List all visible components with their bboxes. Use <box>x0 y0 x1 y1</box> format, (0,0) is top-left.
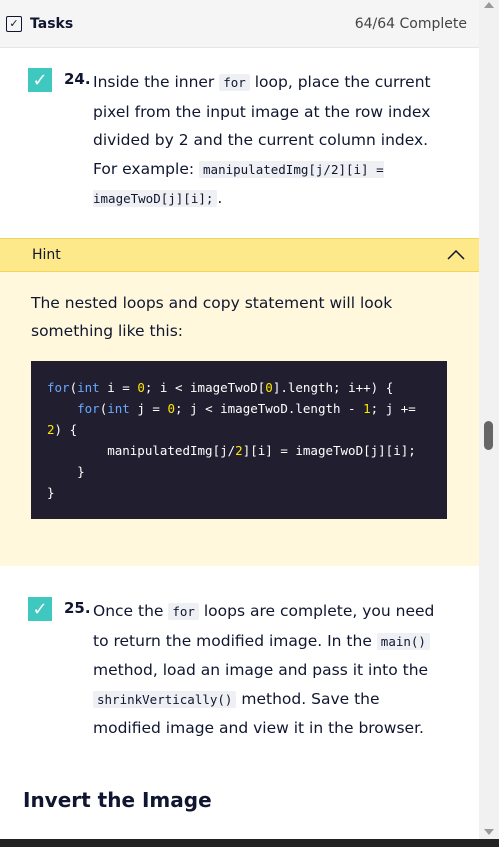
scroll-thumb[interactable] <box>484 421 493 450</box>
inline-code: main() <box>376 632 430 650</box>
code-line: 2) { <box>47 422 78 437</box>
task-24-checkbox[interactable]: ✓ <box>28 68 52 92</box>
section-title: Invert the Image <box>23 788 212 812</box>
task-number: 24. <box>64 70 91 88</box>
header-title: Tasks <box>30 15 74 32</box>
checkmark-icon: ✓ <box>32 69 48 91</box>
checkbox-icon: ✓ <box>6 15 22 32</box>
inline-code: for <box>219 74 250 91</box>
progress-count: 64/64 Complete <box>354 15 467 32</box>
chevron-up-icon[interactable] <box>447 250 465 260</box>
code-line: } <box>47 485 55 500</box>
inline-code: for <box>168 603 199 620</box>
tasks-header: ✓ Tasks 64/64 Complete <box>0 0 479 48</box>
scrollbar[interactable] <box>479 0 499 847</box>
code-block: for(int i = 0; i < imageTwoD[0].length; … <box>31 361 447 519</box>
hint-body: The nested loops and copy statement will… <box>0 272 479 566</box>
inline-code: shrinkVertically() <box>93 690 237 708</box>
tasks-panel: ✓ Tasks 64/64 Complete ✓ 24. Inside the … <box>0 0 479 847</box>
code-line: manipulatedImg[j/2][i] = imageTwoD[j][i]… <box>47 443 416 458</box>
checkmark-icon: ✓ <box>32 598 48 620</box>
hint-label: Hint <box>32 247 61 263</box>
task-24-text: Inside the inner for loop, place the cur… <box>93 68 443 214</box>
task-25-text: Once the for loops are complete, you nee… <box>93 597 443 743</box>
bottom-bar <box>0 839 499 847</box>
text: Once the <box>93 602 169 620</box>
code-line: for(int j = 0; j < imageTwoD.length - 1;… <box>77 401 416 416</box>
header-left: ✓ Tasks <box>6 15 74 32</box>
code-line: for(int i = 0; i < imageTwoD[0].length; … <box>47 380 394 395</box>
text: Inside the inner <box>93 73 220 91</box>
text: . <box>217 189 223 207</box>
task-25-checkbox[interactable]: ✓ <box>28 597 52 621</box>
hint-toggle[interactable]: Hint <box>0 238 479 272</box>
code-line: } <box>47 464 85 479</box>
scroll-up-icon[interactable] <box>484 2 494 8</box>
text: method, load an image and pass it into t… <box>93 661 429 679</box>
scroll-down-icon[interactable] <box>484 829 494 835</box>
hint-text: The nested loops and copy statement will… <box>31 294 393 340</box>
task-number: 25. <box>64 599 91 617</box>
